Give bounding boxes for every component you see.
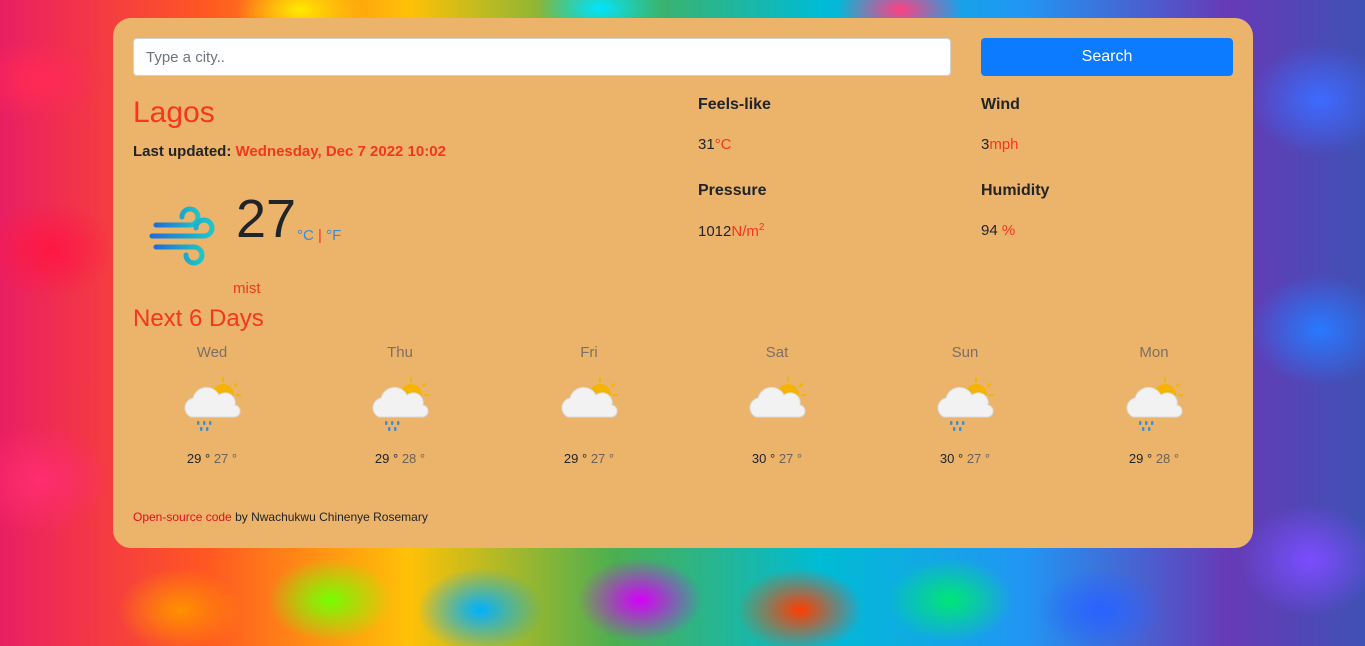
wind-icon bbox=[149, 206, 215, 266]
forecast-temps: 30 ° 27 ° bbox=[697, 451, 857, 466]
search-button[interactable]: Search bbox=[981, 38, 1233, 76]
last-updated: Last updated: Wednesday, Dec 7 2022 10:0… bbox=[133, 143, 446, 160]
celsius-link[interactable]: °C bbox=[297, 227, 314, 244]
city-name: Lagos bbox=[133, 96, 215, 129]
forecast-day: Thu 29 ° 28 ° bbox=[320, 344, 480, 466]
weather-description: mist bbox=[233, 280, 261, 297]
unit-toggle: °C | °F bbox=[297, 227, 341, 244]
forecast-day-name: Sun bbox=[951, 344, 979, 361]
forecast-temps: 29 ° 27 ° bbox=[132, 451, 292, 466]
forecast-temps: 29 ° 28 ° bbox=[1074, 451, 1234, 466]
forecast-day-name: Mon bbox=[1139, 344, 1169, 361]
rain-cloud-sun-icon bbox=[937, 377, 994, 431]
forecast-day: Sun 30 ° 27 ° bbox=[885, 344, 1045, 466]
pressure-stat: Pressure 1012N/m2 bbox=[698, 182, 767, 240]
forecast-row: Wed 29 ° 27 ° Thu 29 ° 28 ° Fri 29 ° 27 ° Sat 3… bbox=[133, 344, 1233, 484]
forecast-day: Fri 29 ° 27 ° bbox=[509, 344, 669, 466]
forecast-temps: 29 ° 28 ° bbox=[320, 451, 480, 466]
humidity-stat: Humidity 94 % bbox=[981, 182, 1049, 239]
feels-like-label: Feels-like bbox=[698, 96, 771, 113]
wind-label: Wind bbox=[981, 96, 1020, 113]
rain-cloud-sun-icon bbox=[184, 377, 241, 431]
forecast-min: 27 ° bbox=[213, 451, 238, 466]
cloud-sun-icon bbox=[561, 377, 618, 418]
forecast-day-name: Fri bbox=[580, 344, 598, 361]
footer: Open-source code by Nwachukwu Chinenye R… bbox=[133, 510, 428, 524]
forecast-day: Mon 29 ° 28 ° bbox=[1074, 344, 1234, 466]
fahrenheit-link[interactable]: °F bbox=[326, 227, 341, 244]
source-code-link[interactable]: Open-source code bbox=[133, 510, 232, 524]
forecast-max: 30 ° bbox=[939, 451, 964, 466]
pressure-label: Pressure bbox=[698, 182, 767, 199]
forecast-temps: 29 ° 27 ° bbox=[509, 451, 669, 466]
forecast-min: 27 ° bbox=[966, 451, 991, 466]
forecast-min: 27 ° bbox=[778, 451, 803, 466]
forecast-day-name: Wed bbox=[196, 344, 228, 361]
forecast-day-name: Sat bbox=[765, 344, 789, 361]
forecast-day: Wed 29 ° 27 ° bbox=[132, 344, 292, 466]
humidity-label: Humidity bbox=[981, 182, 1050, 199]
wind-stat: Wind 3mph bbox=[981, 96, 1020, 153]
feels-like-value: 31°C bbox=[698, 136, 732, 153]
last-updated-label: Last updated: bbox=[133, 143, 232, 160]
forecast-max: 29 ° bbox=[186, 451, 211, 466]
unit-separator: | bbox=[318, 227, 322, 244]
last-updated-value: Wednesday, Dec 7 2022 10:02 bbox=[235, 143, 446, 160]
pressure-value: 1012N/m2 bbox=[698, 222, 765, 240]
feels-like-stat: Feels-like 31°C bbox=[698, 96, 771, 153]
footer-credit: by Nwachukwu Chinenye Rosemary bbox=[231, 510, 428, 524]
forecast-temps: 30 ° 27 ° bbox=[885, 451, 1045, 466]
forecast-min: 27 ° bbox=[590, 451, 615, 466]
forecast-max: 30 ° bbox=[751, 451, 776, 466]
search-form: Search bbox=[133, 38, 1233, 76]
forecast-max: 29 ° bbox=[1128, 451, 1153, 466]
humidity-value: 94 % bbox=[981, 222, 1016, 239]
forecast-max: 29 ° bbox=[563, 451, 588, 466]
forecast-min: 28 ° bbox=[1155, 451, 1180, 466]
cloud-sun-icon bbox=[749, 377, 806, 418]
forecast-day: Sat 30 ° 27 ° bbox=[697, 344, 857, 466]
current-temperature: 27 bbox=[236, 189, 297, 249]
wind-value: 3mph bbox=[981, 136, 1019, 153]
weather-card: Search Lagos Last updated: Wednesday, De… bbox=[113, 18, 1253, 548]
forecast-min: 28 ° bbox=[401, 451, 426, 466]
city-search-input[interactable] bbox=[133, 38, 951, 76]
rain-cloud-sun-icon bbox=[1126, 377, 1183, 431]
forecast-max: 29 ° bbox=[374, 451, 399, 466]
rain-cloud-sun-icon bbox=[372, 377, 429, 431]
forecast-title: Next 6 Days bbox=[133, 305, 264, 332]
forecast-day-name: Thu bbox=[387, 344, 413, 361]
